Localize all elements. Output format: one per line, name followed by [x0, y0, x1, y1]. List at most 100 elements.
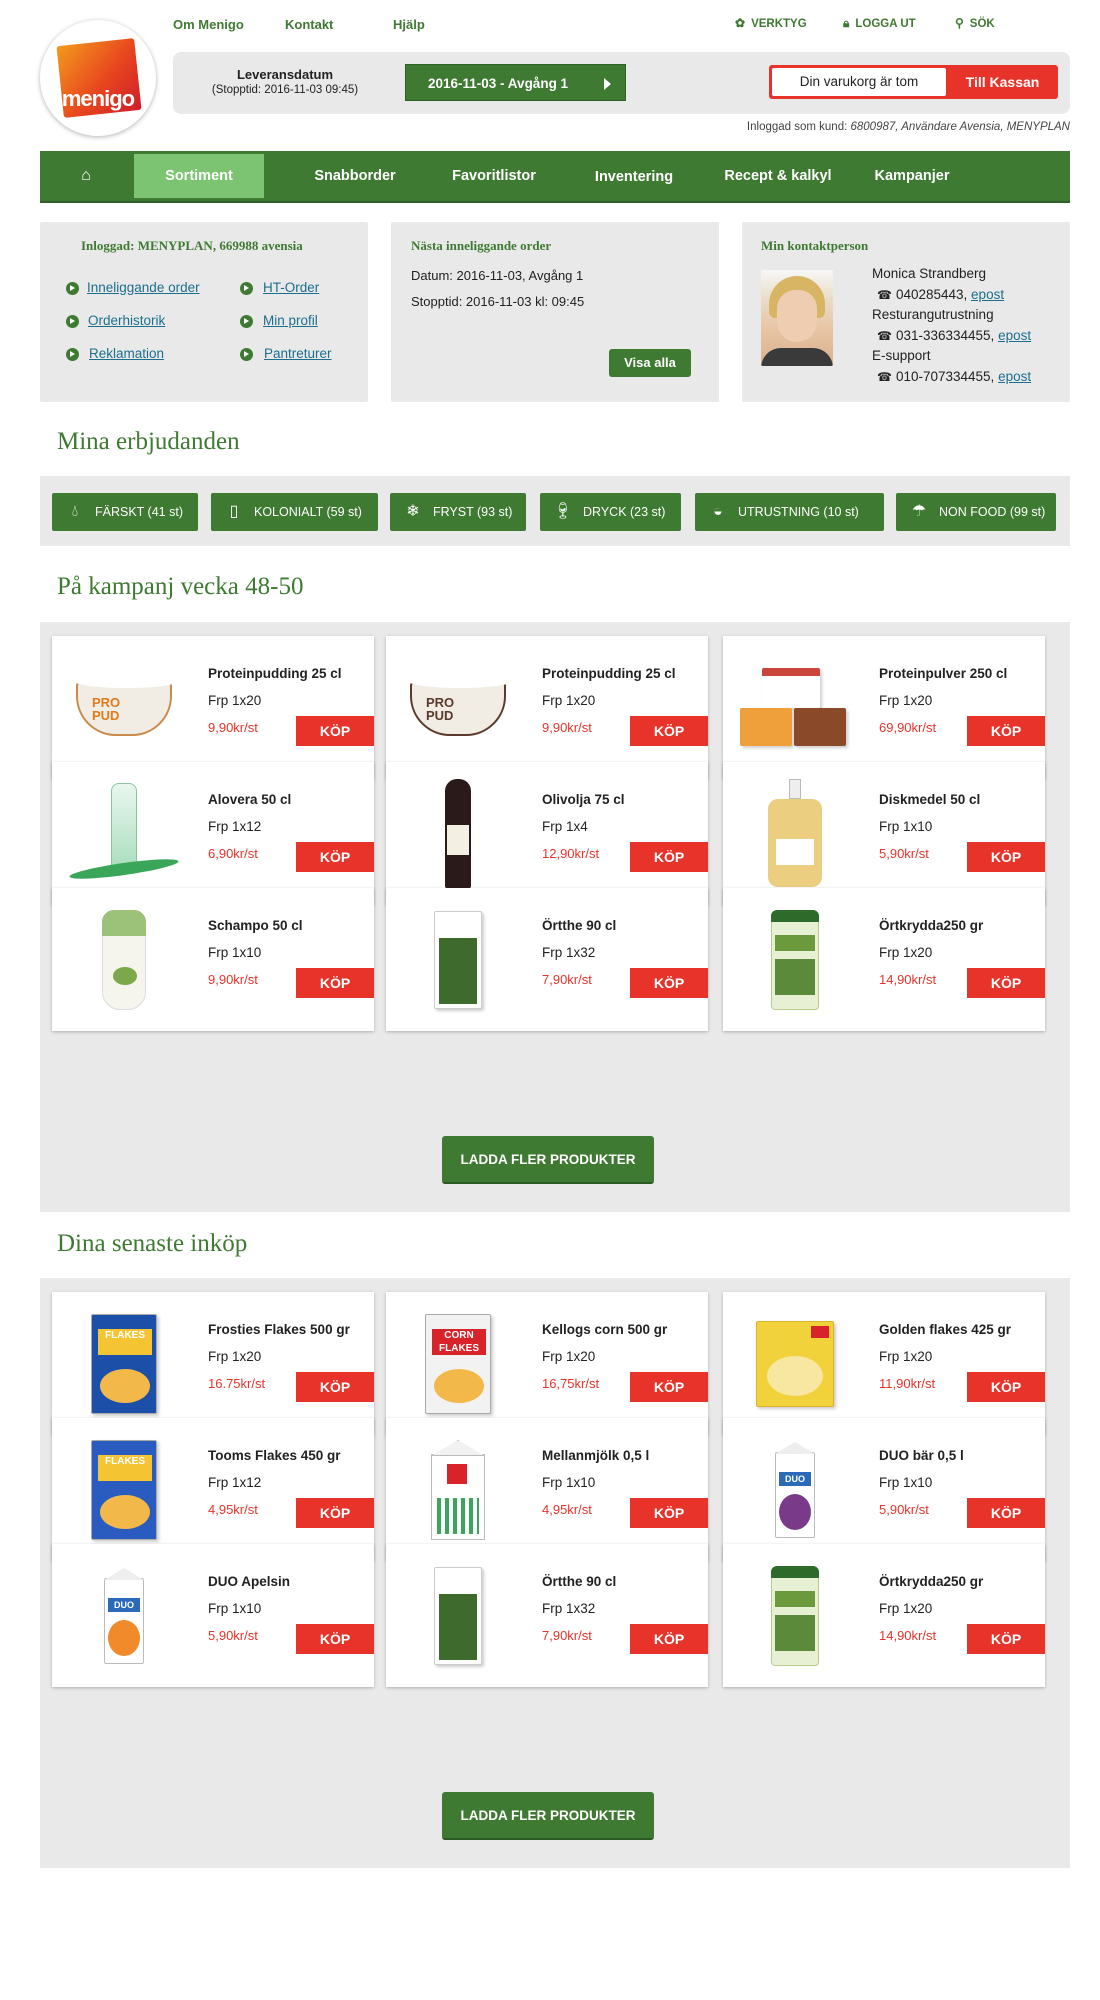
product-image[interactable] — [398, 1558, 518, 1674]
product-card[interactable]: Örtthe 90 cl Frp 1x32 7,90kr/st KÖP — [386, 1544, 708, 1687]
category-kolonialt[interactable]: ▯ KOLONIALT (59 st) — [211, 493, 378, 531]
product-name[interactable]: Proteinpudding 25 cl — [542, 666, 676, 681]
product-name[interactable]: Proteinpulver 250 cl — [879, 666, 1007, 681]
buy-button[interactable]: KÖP — [967, 1498, 1045, 1528]
product-card[interactable]: Proteinpulver 250 cl Frp 1x20 69,90kr/st KÖ… — [723, 636, 1045, 779]
product-name[interactable]: Olivolja 75 cl — [542, 792, 625, 807]
tools-link[interactable]: ✿ VERKTYG — [735, 16, 807, 30]
product-name[interactable]: Kellogs corn 500 gr — [542, 1322, 667, 1337]
buy-button[interactable]: KÖP — [967, 1624, 1045, 1654]
link-orderhistorik[interactable]: Orderhistorik — [88, 313, 165, 328]
buy-button[interactable]: KÖP — [967, 842, 1045, 872]
buy-button[interactable]: KÖP — [967, 1372, 1045, 1402]
category-non-food[interactable]: ☂ NON FOOD (99 st) — [896, 493, 1056, 531]
nav-sortiment[interactable]: Sortiment — [134, 154, 264, 198]
buy-button[interactable]: KÖP — [630, 968, 708, 998]
product-name[interactable]: Alovera 50 cl — [208, 792, 291, 807]
product-image[interactable] — [398, 1432, 518, 1548]
link-ht-order[interactable]: HT-Order — [263, 280, 319, 295]
product-card[interactable]: FLAKES Frosties Flakes 500 gr Frp 1x20 16.7… — [52, 1292, 374, 1435]
category-utrustning[interactable]: ◒ UTRUSTNING (10 st) — [695, 493, 884, 531]
product-name[interactable]: DUO Apelsin — [208, 1574, 290, 1589]
product-name[interactable]: Schampo 50 cl — [208, 918, 303, 933]
product-card[interactable]: Schampo 50 cl Frp 1x10 9,90kr/st KÖP — [52, 888, 374, 1031]
nav-inventering[interactable]: Inventering — [564, 152, 704, 202]
link-reklamation[interactable]: Reklamation — [89, 346, 164, 361]
link-hjalp[interactable]: Hjälp — [393, 17, 425, 32]
buy-button[interactable]: KÖP — [296, 1498, 374, 1528]
product-name[interactable]: Örtthe 90 cl — [542, 1574, 616, 1589]
product-image[interactable] — [735, 1306, 855, 1422]
product-card[interactable]: Örtkrydda250 gr Frp 1x20 14,90kr/st KÖP — [723, 1544, 1045, 1687]
product-image[interactable]: PRO PUD — [398, 650, 518, 766]
category-dryck[interactable]: 🍷︎ DRYCK (23 st) — [540, 493, 681, 531]
product-card[interactable]: FLAKES Tooms Flakes 450 gr Frp 1x12 4,95kr/… — [52, 1418, 374, 1561]
product-name[interactable]: Tooms Flakes 450 gr — [208, 1448, 341, 1463]
logout-link[interactable]: 🔒︎ LOGGA UT — [843, 16, 916, 31]
product-image[interactable]: FLAKES — [64, 1432, 184, 1548]
product-card[interactable]: Golden flakes 425 gr Frp 1x20 11,90kr/st KÖ… — [723, 1292, 1045, 1435]
product-name[interactable]: Örtthe 90 cl — [542, 918, 616, 933]
buy-button[interactable]: KÖP — [630, 842, 708, 872]
link-min-profil[interactable]: Min profil — [263, 313, 318, 328]
cart-status[interactable]: Din varukorg är tom — [772, 68, 946, 96]
link-kontakt[interactable]: Kontakt — [285, 17, 333, 32]
product-image[interactable] — [735, 902, 855, 1018]
link-pantreturer[interactable]: Pantreturer — [264, 346, 332, 361]
product-image[interactable]: DUO — [64, 1558, 184, 1674]
nav-home[interactable]: ⌂ — [40, 151, 132, 201]
category-farskt[interactable]: 💧︎ FÄRSKT (41 st) — [52, 493, 198, 531]
product-image[interactable] — [64, 902, 184, 1018]
load-more-campaign-button[interactable]: LADDA FLER PRODUKTER — [442, 1136, 654, 1184]
product-card[interactable]: Olivolja 75 cl Frp 1x4 12,90kr/st KÖP — [386, 762, 708, 905]
product-card[interactable]: PRO PUD Proteinpudding 25 cl Frp 1x20 9,90kr… — [52, 636, 374, 779]
product-name[interactable]: Proteinpudding 25 cl — [208, 666, 342, 681]
buy-button[interactable]: KÖP — [296, 842, 374, 872]
product-card[interactable]: CORN FLAKES Kellogs corn 500 gr Frp 1x20 16,… — [386, 1292, 708, 1435]
product-name[interactable]: Frosties Flakes 500 gr — [208, 1322, 350, 1337]
buy-button[interactable]: KÖP — [630, 1372, 708, 1402]
link-om-menigo[interactable]: Om Menigo — [173, 17, 244, 32]
product-image[interactable] — [398, 902, 518, 1018]
product-name[interactable]: Mellanmjölk 0,5 l — [542, 1448, 649, 1463]
contact-email-link-2[interactable]: epost — [998, 328, 1031, 343]
departure-selector[interactable]: 2016-11-03 - Avgång 1 — [405, 64, 626, 101]
product-image[interactable] — [735, 1558, 855, 1674]
category-fryst[interactable]: ❄ FRYST (93 st) — [390, 493, 526, 531]
product-card[interactable]: Örtthe 90 cl Frp 1x32 7,90kr/st KÖP — [386, 888, 708, 1031]
buy-button[interactable]: KÖP — [296, 716, 374, 746]
product-card[interactable]: Örtkrydda250 gr Frp 1x20 14,90kr/st KÖP — [723, 888, 1045, 1031]
product-image[interactable]: CORN FLAKES — [398, 1306, 518, 1422]
product-image[interactable] — [398, 776, 518, 892]
product-name[interactable]: Diskmedel 50 cl — [879, 792, 980, 807]
show-all-button[interactable]: Visa alla — [609, 349, 691, 377]
menigo-logo[interactable]: menigo — [40, 20, 156, 136]
product-name[interactable]: Örtkrydda250 gr — [879, 918, 983, 933]
nav-snabborder[interactable]: Snabborder — [286, 151, 424, 201]
buy-button[interactable]: KÖP — [296, 1624, 374, 1654]
product-image[interactable]: DUO — [735, 1432, 855, 1548]
load-more-recent-button[interactable]: LADDA FLER PRODUKTER — [442, 1792, 654, 1840]
product-name[interactable]: DUO bär 0,5 l — [879, 1448, 964, 1463]
product-image[interactable]: FLAKES — [64, 1306, 184, 1422]
link-inneliggande-order[interactable]: Inneliggande order — [87, 280, 200, 295]
search-link[interactable]: ⚲ SÖK — [955, 16, 995, 30]
nav-kampanjer[interactable]: Kampanjer — [852, 151, 972, 201]
product-name[interactable]: Golden flakes 425 gr — [879, 1322, 1011, 1337]
nav-recept-kalkyl[interactable]: Recept & kalkyl — [704, 151, 852, 201]
buy-button[interactable]: KÖP — [630, 1624, 708, 1654]
contact-email-link-3[interactable]: epost — [998, 369, 1031, 384]
buy-button[interactable]: KÖP — [630, 716, 708, 746]
buy-button[interactable]: KÖP — [967, 716, 1045, 746]
product-card[interactable]: Mellanmjölk 0,5 l Frp 1x10 4,95kr/st KÖP — [386, 1418, 708, 1561]
product-card[interactable]: Diskmedel 50 cl Frp 1x10 5,90kr/st KÖP — [723, 762, 1045, 905]
buy-button[interactable]: KÖP — [296, 1372, 374, 1402]
buy-button[interactable]: KÖP — [967, 968, 1045, 998]
product-card[interactable]: DUO DUO bär 0,5 l Frp 1x10 5,90kr/st KÖP — [723, 1418, 1045, 1561]
product-image[interactable]: PRO PUD — [64, 650, 184, 766]
product-card[interactable]: Alovera 50 cl Frp 1x12 6,90kr/st KÖP — [52, 762, 374, 905]
buy-button[interactable]: KÖP — [296, 968, 374, 998]
checkout-button[interactable]: Till Kassan — [947, 65, 1058, 99]
product-name[interactable]: Örtkrydda250 gr — [879, 1574, 983, 1589]
nav-favoritlistor[interactable]: Favoritlistor — [424, 151, 564, 201]
